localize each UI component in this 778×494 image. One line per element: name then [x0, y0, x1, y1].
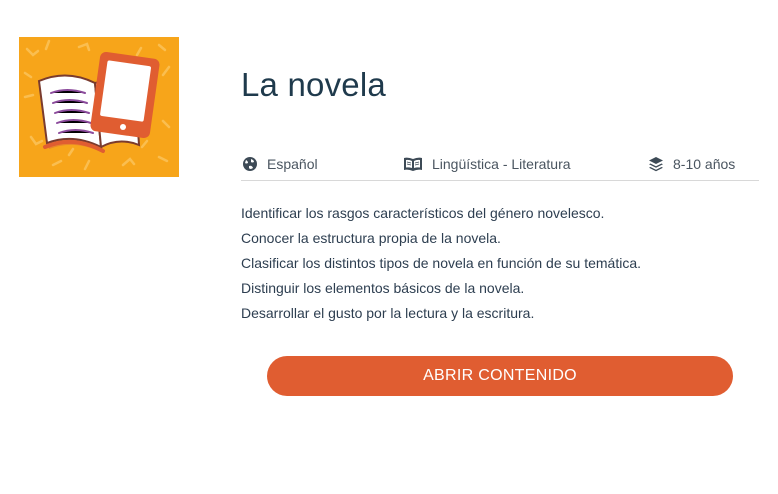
- course-meta-bar: Español Lingüística - Literatura 8-10 añ…: [241, 150, 759, 181]
- objective-item: Identificar los rasgos característicos d…: [241, 205, 605, 221]
- meta-language-label: Español: [267, 156, 318, 172]
- objective-item: Clasificar los distintos tipos de novela…: [241, 255, 641, 271]
- objective-item: Distinguir los elementos básicos de la n…: [241, 280, 525, 296]
- book-and-tablet-icon: [23, 39, 171, 171]
- meta-age-label: 8-10 años: [673, 156, 736, 172]
- globe-icon: [241, 156, 259, 172]
- objective-item: Desarrollar el gusto por la lectura y la…: [241, 305, 535, 321]
- meta-age: 8-10 años: [647, 156, 735, 172]
- objective-item: Conocer la estructura propia de la novel…: [241, 230, 501, 246]
- page-title: La novela: [241, 66, 386, 103]
- open-content-button[interactable]: ABRIR CONTENIDO: [267, 356, 733, 396]
- open-book-icon: [402, 156, 424, 172]
- meta-subject: Lingüística - Literatura: [402, 156, 571, 172]
- course-thumbnail: [19, 37, 179, 177]
- layers-icon: [647, 156, 665, 172]
- meta-language: Español: [241, 156, 318, 172]
- objectives-list: Identificar los rasgos característicos d…: [241, 204, 641, 329]
- meta-subject-label: Lingüística - Literatura: [432, 156, 571, 172]
